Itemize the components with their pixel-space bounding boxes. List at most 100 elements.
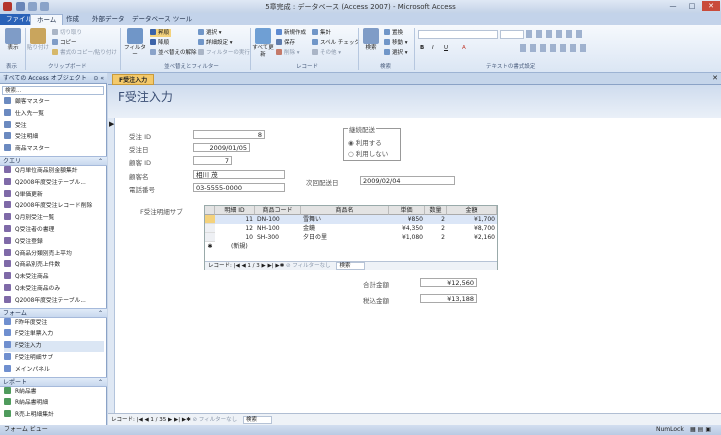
- select-button[interactable]: 選択 ▾: [384, 49, 408, 57]
- tab-external-data[interactable]: 外部データ: [86, 14, 131, 25]
- nav-item[interactable]: 受注明細: [4, 132, 104, 143]
- next-record-button[interactable]: ▶ ▶| ▶✱: [168, 417, 192, 423]
- delivery-option-nouse[interactable]: ○ 利用しない: [348, 148, 388, 158]
- subform-cell[interactable]: 雪舞い: [301, 215, 389, 224]
- goto-button[interactable]: 移動 ▾: [384, 39, 408, 47]
- nav-item[interactable]: R納品書: [4, 386, 104, 398]
- font-size-dropdown[interactable]: [500, 30, 524, 39]
- totals-button[interactable]: 集計: [312, 29, 331, 37]
- view-button[interactable]: 表示: [2, 28, 24, 52]
- save-record-button[interactable]: 保存: [276, 39, 295, 47]
- nav-section-header[interactable]: フォーム ⌃: [0, 307, 107, 318]
- nav-item[interactable]: Q受注者の書理: [4, 225, 104, 236]
- sub-next-record-button[interactable]: ▶ ▶| ▶✱: [262, 263, 286, 269]
- sub-search-box[interactable]: 検索: [336, 262, 366, 270]
- nav-item[interactable]: F受注明細サブ: [4, 353, 104, 364]
- sub-record-position[interactable]: 1 / 3: [247, 263, 259, 269]
- nav-item[interactable]: メインパネル: [4, 364, 104, 376]
- phone-field[interactable]: 03-5555-0000: [193, 183, 285, 192]
- subform-cell[interactable]: ¥4,350: [389, 224, 425, 233]
- tab-home[interactable]: ホーム: [30, 14, 64, 25]
- tab-f-order-entry[interactable]: F受注入力: [112, 74, 155, 85]
- subform-corner[interactable]: [205, 206, 215, 215]
- order-id-field[interactable]: 8: [193, 130, 265, 139]
- nav-item[interactable]: Q商品分類別売上平均: [4, 248, 104, 260]
- clear-sort-button[interactable]: 並べ替えの解除: [150, 49, 197, 57]
- sub-filter-indicator[interactable]: ⊘ フィルターなし: [286, 263, 331, 269]
- col-product-name[interactable]: 商品名: [301, 206, 389, 215]
- nav-search-input[interactable]: 検索...: [2, 86, 104, 95]
- paste-button[interactable]: 貼り付け: [27, 28, 49, 52]
- subform-cell[interactable]: 11: [215, 215, 255, 224]
- new-record-button[interactable]: 新規作成: [276, 29, 306, 37]
- nav-item[interactable]: Q月単位商品別金額集計: [4, 166, 104, 177]
- subform-cell[interactable]: 12: [215, 224, 255, 233]
- nav-section-header[interactable]: レポート ⌃: [0, 376, 107, 387]
- underline-button[interactable]: U: [444, 44, 448, 52]
- subform-cell[interactable]: ¥850: [389, 215, 425, 224]
- cut-button[interactable]: 切り取り: [52, 29, 82, 37]
- sort-ascending-button[interactable]: 昇順: [150, 29, 172, 37]
- minimize-button[interactable]: —: [664, 1, 682, 11]
- subform-cell[interactable]: ¥2,160: [447, 233, 497, 242]
- find-button[interactable]: 検索: [360, 28, 382, 52]
- view-switcher-icons[interactable]: ▦▤▣: [690, 425, 713, 435]
- sub-first-record-button[interactable]: |◀ ◀: [234, 263, 248, 269]
- subform-cell[interactable]: 2: [425, 224, 447, 233]
- record-position[interactable]: 1 / 35: [150, 417, 166, 423]
- font-color-button[interactable]: A: [462, 44, 466, 52]
- italic-button[interactable]: I: [432, 44, 434, 52]
- nav-item[interactable]: 顧客マスター: [4, 97, 104, 108]
- subform-cell[interactable]: 10: [215, 233, 255, 242]
- nav-item[interactable]: Q未受注商品: [4, 272, 104, 283]
- nav-item[interactable]: Q受注登録: [4, 236, 104, 248]
- refresh-all-button[interactable]: すべて更新: [252, 28, 274, 59]
- list-format-icons[interactable]: [526, 30, 586, 38]
- nav-item[interactable]: Q2008年度受注レコード削除: [4, 201, 104, 212]
- col-quantity[interactable]: 数量: [425, 206, 447, 215]
- subtotal-field[interactable]: ¥12,560: [420, 278, 477, 287]
- selection-button[interactable]: 選択 ▾: [198, 29, 222, 37]
- nav-item[interactable]: R納品書明細: [4, 398, 104, 409]
- new-row-label[interactable]: (新規): [229, 242, 250, 251]
- filter-button[interactable]: フィルター: [122, 28, 148, 59]
- next-delivery-field[interactable]: 2009/02/04: [360, 176, 455, 185]
- col-detail-id[interactable]: 明細 ID: [215, 206, 255, 215]
- record-selector[interactable]: ▶: [108, 118, 115, 413]
- delete-record-button[interactable]: 削除 ▾: [276, 49, 300, 57]
- close-button[interactable]: ✕: [702, 1, 720, 11]
- toggle-filter-button[interactable]: フィルターの実行: [198, 49, 250, 57]
- nav-item[interactable]: 仕入先一覧: [4, 108, 104, 120]
- more-button[interactable]: その他 ▾: [312, 49, 341, 57]
- spelling-button[interactable]: スペル チェック: [312, 39, 360, 47]
- nav-item[interactable]: 商品マスター: [4, 144, 104, 155]
- font-name-dropdown[interactable]: [418, 30, 498, 39]
- main-search-box[interactable]: 検索: [242, 416, 272, 424]
- customer-name-field[interactable]: 相川 茂: [193, 170, 285, 179]
- nav-item[interactable]: Q2008年度受注テーブル...: [4, 295, 104, 307]
- col-amount[interactable]: 金額: [447, 206, 497, 215]
- tab-database-tools[interactable]: データベース ツール: [126, 14, 198, 25]
- subform-cell[interactable]: 2: [425, 215, 447, 224]
- format-painter-button[interactable]: 書式のコピー/貼り付け: [52, 49, 117, 57]
- subform-cell[interactable]: SH-300: [255, 233, 301, 242]
- alignment-icons[interactable]: [520, 44, 590, 52]
- row-selector[interactable]: [205, 224, 215, 233]
- order-date-field[interactable]: 2009/01/05: [193, 143, 250, 152]
- nav-item[interactable]: Q単価更新: [4, 189, 104, 201]
- tab-create[interactable]: 作成: [60, 14, 85, 25]
- maximize-button[interactable]: □: [683, 1, 701, 11]
- advanced-button[interactable]: 詳細設定 ▾: [198, 39, 233, 47]
- subform-cell[interactable]: DN-100: [255, 215, 301, 224]
- col-unit-price[interactable]: 単価: [389, 206, 425, 215]
- close-doc-icon[interactable]: ✕: [712, 74, 718, 82]
- nav-section-header[interactable]: クエリ ⌃: [0, 156, 107, 166]
- subform-cell[interactable]: ¥8,700: [447, 224, 497, 233]
- row-selector[interactable]: [205, 233, 215, 242]
- row-selector[interactable]: [205, 215, 215, 224]
- bold-button[interactable]: B: [420, 44, 424, 52]
- nav-item[interactable]: R売上明細集計: [4, 410, 104, 421]
- nav-item[interactable]: F受注単票入力: [4, 329, 104, 340]
- nav-item[interactable]: Q商品別売上件数: [4, 260, 104, 271]
- replace-button[interactable]: 置換: [384, 29, 403, 37]
